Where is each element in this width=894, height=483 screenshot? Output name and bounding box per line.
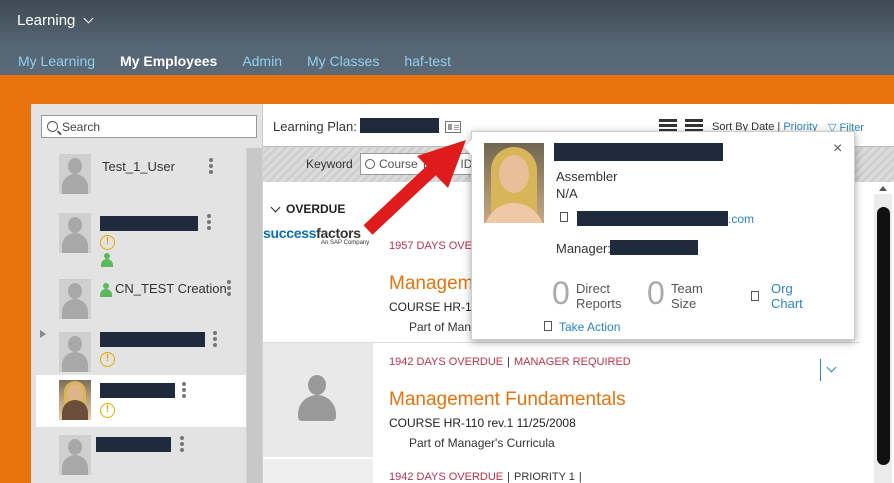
employee-sidebar: Test_1_User ! CN_TEST Creation: [31, 104, 263, 483]
list-view-icon[interactable]: [659, 119, 677, 132]
avatar: [59, 154, 91, 194]
chevron-down-icon: [83, 13, 94, 24]
person-icon: [100, 283, 112, 297]
employee-list: Test_1_User ! CN_TEST Creation ! !: [31, 148, 246, 483]
logo-text-b: factors: [316, 225, 361, 241]
tab-my-learning[interactable]: My Learning: [18, 53, 95, 69]
learning-card: 1942 DAYS OVERDUE | MANAGER REQUIRED Manag…: [263, 342, 860, 457]
employee-row[interactable]: !: [36, 326, 246, 376]
redacted-name: [100, 383, 175, 398]
card-curricula: Part of Manager's Curricula: [409, 436, 555, 450]
learning-plan-title: Learning Plan:: [273, 119, 357, 134]
email-link[interactable]: .com: [728, 212, 754, 226]
more-options-icon[interactable]: [227, 280, 231, 296]
more-options-icon[interactable]: [207, 214, 211, 230]
content-scrollbar[interactable]: [860, 182, 894, 483]
redacted-name: [100, 216, 198, 231]
team-size-label: Team Size: [671, 281, 703, 311]
scroll-up-icon[interactable]: [879, 186, 887, 191]
expand-arrow-icon[interactable]: [40, 330, 46, 338]
redacted-email: [577, 211, 728, 226]
card-priority: PRIORITY 1: [513, 471, 575, 483]
tab-haf-test[interactable]: haf-test: [404, 53, 451, 69]
employee-row[interactable]: CN_TEST Creation: [36, 273, 246, 323]
learning-card: 1942 DAYS OVERDUE | PRIORITY 1 |: [263, 459, 860, 483]
more-options-icon[interactable]: [182, 382, 186, 398]
org-chart-icon: [751, 291, 759, 301]
employee-search[interactable]: [41, 115, 257, 138]
search-icon: [47, 121, 58, 132]
redacted-name: [96, 437, 171, 452]
org-chart-link[interactable]: Org Chart: [771, 281, 803, 311]
more-options-icon[interactable]: [209, 158, 213, 174]
more-options-icon[interactable]: [180, 436, 184, 452]
warning-icon: !: [100, 352, 115, 367]
logo-subtitle: An SAP Company: [321, 240, 370, 246]
card-status: 1942 DAYS OVERDUE | PRIORITY 1 |: [389, 471, 582, 483]
warning-icon: !: [100, 235, 115, 250]
direct-reports-count: 0: [552, 275, 570, 311]
scroll-thumb[interactable]: [877, 207, 890, 465]
card-status: 1942 DAYS OVERDUE | MANAGER REQUIRED: [389, 356, 631, 368]
course-thumbnail: [263, 343, 373, 457]
nav-tabs: My Learning My Employees Admin My Classe…: [18, 53, 476, 69]
annotation-arrow-icon: [363, 140, 466, 235]
logo-text-a: success: [263, 225, 317, 241]
card-overdue-status: 1942 DAYS OVERDUE: [389, 471, 504, 483]
card-body: 1942 DAYS OVERDUE | PRIORITY 1 |: [373, 459, 860, 483]
avatar: [59, 380, 91, 420]
profile-card-icon[interactable]: [445, 121, 461, 133]
employee-row[interactable]: [36, 429, 246, 483]
employee-name: Test_1_User: [102, 159, 175, 174]
card-course: COURSE HR-110 rev.1 11/25/2008: [389, 416, 576, 430]
card-manager-required: MANAGER REQUIRED: [513, 356, 631, 368]
section-overdue[interactable]: OVERDUE: [270, 202, 346, 216]
close-icon[interactable]: ×: [833, 140, 842, 158]
avatar: [59, 332, 91, 372]
person-icon: [101, 253, 113, 267]
tab-my-employees[interactable]: My Employees: [120, 53, 217, 69]
sidebar-scrollbar[interactable]: [246, 148, 263, 483]
successfactors-logo: successfactors An SAP Company: [263, 225, 373, 249]
employee-photo: [484, 143, 544, 223]
take-action-icon: [544, 321, 552, 331]
take-action-link[interactable]: Take Action: [559, 320, 620, 334]
keyword-label: Keyword: [306, 157, 353, 171]
employee-name: CN_TEST Creation: [115, 281, 227, 296]
redacted-name: [360, 118, 439, 133]
tab-my-classes[interactable]: My Classes: [307, 53, 379, 69]
section-title: OVERDUE: [286, 202, 346, 216]
team-size-count: 0: [647, 275, 665, 311]
app-switcher[interactable]: Learning: [17, 12, 94, 29]
avatar: [59, 435, 91, 475]
card-body: 1942 DAYS OVERDUE | MANAGER REQUIRED Manag…: [373, 343, 860, 457]
department: N/A: [556, 186, 578, 201]
job-title: Assembler: [556, 169, 618, 184]
card-title[interactable]: Management Fundamentals: [389, 389, 626, 411]
redacted-manager: [610, 240, 698, 255]
employee-row-selected[interactable]: !: [36, 375, 246, 427]
employee-search-input[interactable]: [62, 119, 242, 134]
app-header: Learning My Learning My Employees Admin …: [0, 0, 894, 75]
chevron-down-icon: [270, 202, 281, 212]
employee-row[interactable]: Test_1_User: [36, 148, 246, 198]
avatar: [59, 279, 91, 319]
more-options-icon[interactable]: [213, 331, 217, 347]
tab-admin[interactable]: Admin: [242, 53, 282, 69]
manager-label: Manager:: [556, 241, 611, 256]
employee-profile-popover: × Assembler N/A .com Manager: 0 Direct Re…: [463, 131, 855, 340]
avatar: [59, 213, 91, 253]
detail-view-icon[interactable]: [685, 119, 703, 132]
redacted-name: [554, 143, 723, 161]
employee-row[interactable]: !: [36, 204, 246, 268]
redacted-name: [100, 332, 205, 347]
warning-icon: !: [100, 403, 115, 418]
app-title: Learning: [17, 12, 76, 29]
direct-reports-label: Direct Reports: [576, 281, 622, 311]
expand-card-button[interactable]: [820, 359, 842, 381]
email-icon: [560, 212, 568, 222]
card-overdue-status: 1942 DAYS OVERDUE: [389, 356, 504, 368]
